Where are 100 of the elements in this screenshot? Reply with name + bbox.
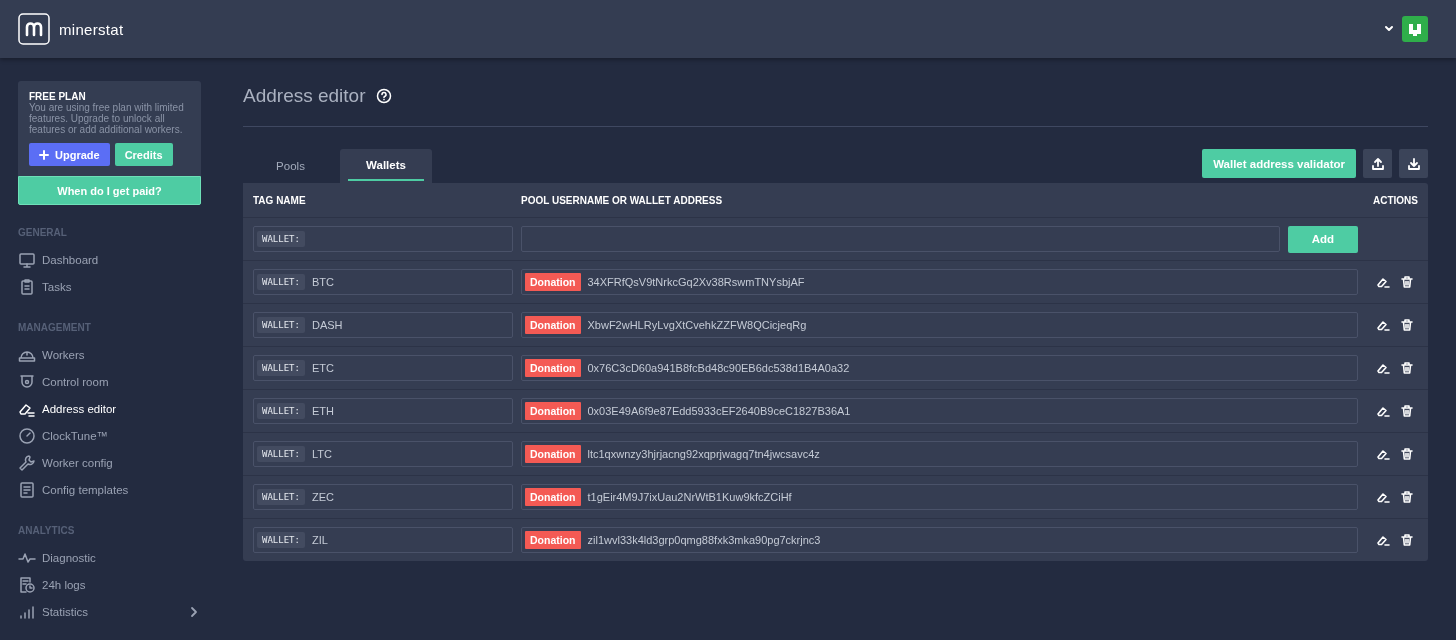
nav-item[interactable]: Diagnostic [18, 544, 201, 571]
clipboard-icon [18, 277, 36, 296]
trash-icon [1400, 404, 1414, 418]
wallet-address: 0x03E49A6f9e87Edd5933cEF2640B9ceC1827B36A1 [587, 405, 851, 417]
tag-prefix: WALLET: [257, 489, 305, 505]
wallet-address: zil1wvl33k4ld3grp0qmg88fxk3mka90pg7ckrjnc3 [587, 534, 821, 546]
eraser-icon [1376, 361, 1390, 375]
donation-badge: Donation [525, 445, 581, 463]
wallet-address: 34XFRfQsV9tNrkcGq2Xv38RswmTNYsbjAF [587, 276, 805, 288]
upload-icon [1370, 156, 1385, 171]
tag-field[interactable]: WALLET: LTC [253, 441, 513, 467]
tag-field[interactable]: WALLET: DASH [253, 312, 513, 338]
donation-badge: Donation [525, 531, 581, 549]
edit-button[interactable] [1376, 275, 1390, 289]
address-field[interactable]: Donation ltc1qxwnzy3hjrjacng92xqprjwagq7tn4jwcsavc4z [521, 441, 1358, 467]
tag-value: DASH [311, 319, 343, 331]
donation-badge: Donation [525, 402, 581, 420]
trash-icon [1400, 318, 1414, 332]
tag-field[interactable]: WALLET: BTC [253, 269, 513, 295]
tag-field[interactable]: WALLET: [253, 226, 513, 252]
trash-icon [1400, 275, 1414, 289]
column-header: TAG NAME [253, 194, 307, 206]
tag-field[interactable]: WALLET: ETH [253, 398, 513, 424]
log-clock-icon [18, 575, 36, 594]
delete-button[interactable] [1400, 404, 1414, 418]
tag-value: ZIL [311, 534, 328, 546]
tag-value: ETH [311, 405, 334, 417]
download-button[interactable] [1399, 149, 1428, 178]
wallet-address: ltc1qxwnzy3hjrjacng92xqprjwagq7tn4jwcsavc4z [587, 448, 820, 460]
tag-prefix: WALLET: [257, 317, 305, 333]
delete-button[interactable] [1400, 490, 1414, 504]
eraser-icon [1376, 447, 1390, 461]
trash-icon [1400, 533, 1414, 547]
tag-prefix: WALLET: [257, 360, 305, 376]
help-icon [375, 88, 392, 104]
delete-button[interactable] [1400, 447, 1414, 461]
tab[interactable]: Pools [243, 149, 338, 183]
tag-field[interactable]: WALLET: ZEC [253, 484, 513, 510]
eraser-icon [1376, 490, 1390, 504]
address-field[interactable]: Donation zil1wvl33k4ld3grp0qmg88fxk3mka90pg7ckrjnc3 [521, 527, 1358, 553]
wallet-address: 0x76C3cD60a941B8fcBd48c90EB6dc538d1B4A0a32 [587, 362, 850, 374]
nav-item[interactable]: Worker config [18, 449, 201, 476]
eraser-icon [1376, 404, 1390, 418]
logo-icon [18, 13, 50, 45]
upload-button[interactable] [1363, 149, 1392, 178]
tag-value: ZEC [311, 491, 334, 503]
tag-value: ETC [311, 362, 334, 374]
gauge-icon [18, 426, 36, 445]
nav-item[interactable]: Address editor [18, 395, 201, 422]
address-field[interactable]: Donation 34XFRfQsV9tNrkcGq2Xv38RswmTNYsbjAF [521, 269, 1358, 295]
document-icon [18, 480, 36, 499]
wrench-icon [18, 453, 36, 472]
column-header: ACTIONS [1372, 194, 1418, 206]
download-icon [1406, 156, 1421, 171]
edit-button[interactable] [1376, 404, 1390, 418]
eraser-icon [1376, 275, 1390, 289]
tag-prefix: WALLET: [257, 532, 305, 548]
address-field[interactable]: Donation XbwF2wHLRyLvgXtCvehkZZFW8QCicjeqRg [521, 312, 1358, 338]
tag-field[interactable]: WALLET: ZIL [253, 527, 513, 553]
nav-item[interactable]: Dashboard [18, 246, 201, 273]
chevron-down-icon [1384, 25, 1394, 33]
tag-field[interactable]: WALLET: ETC [253, 355, 513, 381]
nav-item[interactable]: ClockTune™ [18, 422, 201, 449]
brand-name: minerstat [59, 20, 124, 38]
tag-value: LTC [311, 448, 332, 460]
plan-title: FREE PLAN [29, 91, 87, 102]
tag-prefix: WALLET: [257, 231, 305, 247]
address-field[interactable]: Donation t1gEir4M9J7ixUau2NrWtB1Kuw9kfcZCiHf [521, 484, 1358, 510]
nav-item[interactable]: Control room [18, 368, 201, 395]
edit-button[interactable] [1376, 361, 1390, 375]
nav-item[interactable]: Workers [18, 341, 201, 368]
trash-icon [1400, 447, 1414, 461]
edit-button[interactable] [1376, 490, 1390, 504]
nav-item[interactable]: 24h logs [18, 571, 201, 598]
edit-button[interactable] [1376, 447, 1390, 461]
eraser-icon [1376, 533, 1390, 547]
delete-button[interactable] [1400, 533, 1414, 547]
plan-description: You are using free plan with limited features. Upgrade to unlock all features or add additional workers. [29, 102, 185, 135]
address-field[interactable]: Donation 0x03E49A6f9e87Edd5933cEF2640B9ceC1827B36A1 [521, 398, 1358, 424]
donation-badge: Donation [525, 316, 581, 334]
tag-value: BTC [311, 276, 334, 288]
nav-item[interactable]: Tasks [18, 273, 201, 300]
upgrade-button[interactable]: Upgrade [29, 143, 110, 166]
tag-prefix: WALLET: [257, 274, 305, 290]
address-field[interactable]: Donation 0x76C3cD60a941B8fcBd48c90EB6dc538d1B4A0a32 [521, 355, 1358, 381]
trash-icon [1400, 361, 1414, 375]
donation-badge: Donation [525, 273, 581, 291]
plus-icon [39, 149, 49, 160]
donation-badge: Donation [525, 359, 581, 377]
wallet-address: t1gEir4M9J7ixUau2NrWtB1Kuw9kfcZCiHf [587, 491, 792, 503]
eraser-icon [1376, 318, 1390, 332]
avatar-icon [1402, 16, 1428, 42]
nav-item[interactable]: Config templates [18, 476, 201, 503]
edit-button[interactable] [1376, 318, 1390, 332]
delete-button[interactable] [1400, 318, 1414, 332]
tab[interactable]: Wallets [340, 149, 432, 183]
delete-button[interactable] [1400, 361, 1414, 375]
edit-button[interactable] [1376, 533, 1390, 547]
nav-item[interactable]: Statistics [18, 598, 201, 625]
delete-button[interactable] [1400, 275, 1414, 289]
